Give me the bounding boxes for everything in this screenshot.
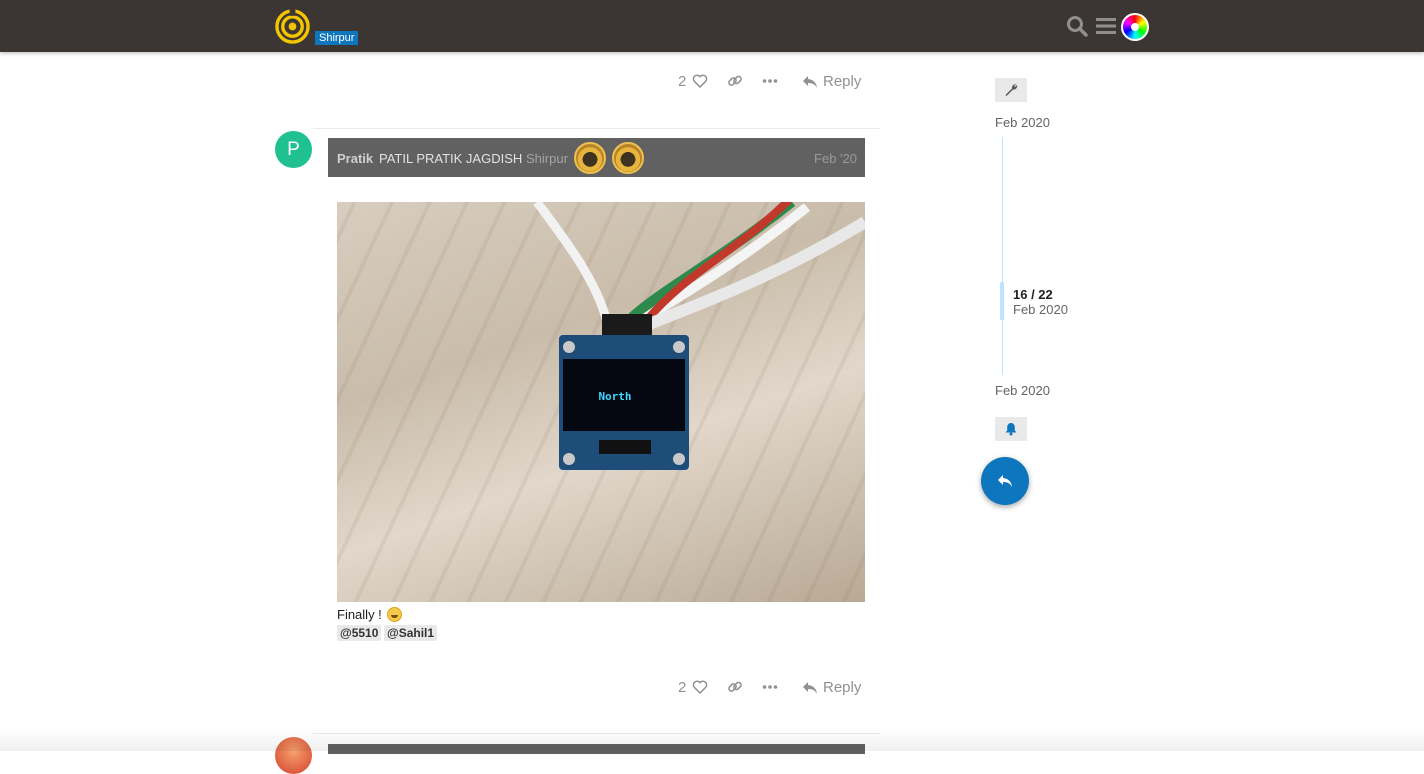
post-names-bar: Pratik PATIL PRATIK JAGDISH Shirpur Feb … — [328, 138, 865, 177]
post-date[interactable]: Feb '20 — [814, 151, 857, 166]
user-avatar[interactable] — [1121, 13, 1149, 41]
reply-button[interactable]: Reply — [802, 676, 861, 700]
reply-button[interactable]: Reply — [802, 70, 861, 94]
reply-label: Reply — [823, 679, 862, 696]
reply-label: Reply — [823, 73, 862, 90]
mention-link[interactable]: @5510 — [337, 625, 382, 641]
post-user-location: Shirpur — [526, 151, 568, 166]
timeline-scroller-handle[interactable] — [1000, 282, 1004, 320]
post-body: Finally ! — [337, 607, 403, 622]
reply-icon — [803, 682, 817, 694]
post-author-avatar[interactable]: P — [275, 131, 312, 168]
post-image[interactable]: North — [337, 202, 865, 602]
site-logo[interactable] — [275, 9, 310, 44]
prev-post-actions: 2 Reply — [670, 70, 870, 94]
timeline-start-date[interactable]: Feb 2020 — [995, 115, 1050, 130]
post-full-name[interactable]: PATIL PRATIK JAGDISH — [379, 151, 522, 166]
user-flair-badge-icon — [612, 142, 644, 174]
search-icon[interactable] — [1066, 15, 1088, 37]
like-count: 2 — [678, 679, 687, 696]
bell-icon — [1005, 423, 1017, 436]
post-username[interactable]: Pratik — [337, 151, 373, 166]
like-count: 2 — [678, 73, 687, 90]
more-options-icon[interactable] — [762, 73, 778, 89]
next-post-names-bar — [328, 744, 865, 754]
post-body-text: Finally ! — [337, 607, 382, 622]
reply-icon — [998, 475, 1012, 487]
timeline-track[interactable] — [1002, 137, 1003, 375]
post-actions: 2 Reply — [670, 676, 870, 700]
hamburger-menu-icon[interactable] — [1095, 15, 1117, 37]
oled-screen-text: North — [598, 390, 631, 403]
topic-admin-button[interactable] — [995, 78, 1027, 102]
heart-icon[interactable] — [692, 679, 708, 695]
user-flair-badge-icon — [574, 142, 606, 174]
more-options-icon[interactable] — [762, 679, 778, 695]
category-badge[interactable]: Shirpur — [315, 31, 359, 45]
link-icon[interactable] — [727, 679, 743, 695]
heart-icon[interactable] — [692, 73, 708, 89]
link-icon[interactable] — [727, 73, 743, 89]
reply-icon — [803, 76, 817, 88]
timeline-position: 16 / 22 — [1013, 287, 1053, 302]
site-header: Shirpur — [0, 0, 1424, 52]
wrench-icon — [1005, 84, 1018, 96]
next-post-author-avatar[interactable] — [275, 737, 312, 774]
timeline-end-date[interactable]: Feb 2020 — [995, 383, 1050, 398]
notification-level-button[interactable] — [995, 417, 1027, 441]
post-divider — [313, 733, 880, 734]
reply-to-topic-button[interactable] — [981, 457, 1029, 505]
mention-link[interactable]: @Sahil1 — [384, 625, 438, 641]
post-divider — [313, 128, 880, 129]
grinning-emoji-icon — [387, 607, 403, 622]
timeline-position-date: Feb 2020 — [1013, 302, 1068, 317]
